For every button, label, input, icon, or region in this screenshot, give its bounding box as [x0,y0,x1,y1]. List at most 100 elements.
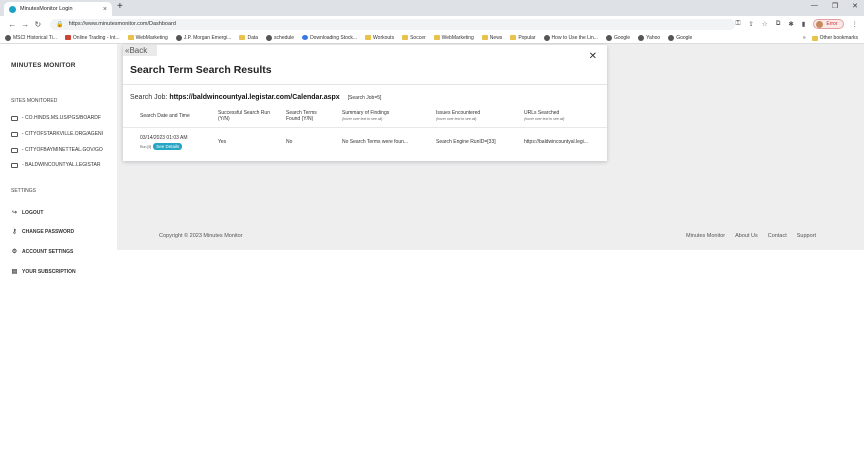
bookmark-item[interactable]: WebMarketing [127,35,168,41]
lock-icon: 🔒 [56,21,64,28]
toolbar-icons: ⚿ ⇪ ☆ ⧉ ✱ ▮ Error ⋮ [735,19,858,29]
bookmarks-right: » Other bookmarks [798,32,858,43]
table-row: 03/14/2023 01:03 AM Run [9] See Details … [123,128,607,154]
sidebar-item-site[interactable]: - BALDWINCOUNTYAL.LEGISTAR [11,162,115,168]
bookmarks-overflow-button[interactable]: » [803,35,806,41]
more-menu-icon[interactable]: ⋮ [852,20,859,28]
urls-cell[interactable]: https://baldwincountyal.legi... [524,139,588,145]
column-header: Summary of Findings (hover over text to s… [342,110,422,122]
settings-section-title: SETTINGS [11,188,37,194]
sidebar-item-logout[interactable]: ↪ LOGOUT [11,209,115,217]
bookmark-label: Workouts [373,34,395,41]
close-icon[interactable]: ✕ [589,51,597,62]
bookmark-item[interactable]: Workouts [365,35,394,41]
bookmark-item[interactable]: Google [605,34,630,41]
globe-icon [543,34,550,41]
bookmark-label: Downloading Stock... [310,34,358,41]
bookmark-item[interactable]: News [481,35,502,41]
bookmark-label: How to Use the Lin... [551,34,598,41]
bookmark-item[interactable]: Online Trading - Int... [64,35,120,41]
bookmark-item[interactable]: Popular [510,34,536,41]
minimize-button[interactable]: — [811,2,818,10]
main-content [117,250,864,468]
bookmark-item[interactable]: J.P. Morgan Emergi... [175,34,231,41]
folder-icon [481,35,488,40]
sidebar-item-change-password[interactable]: ⚷ CHANGE PASSWORD [11,228,115,236]
bookmark-label: schedule [274,34,295,41]
maximize-button[interactable]: ❐ [832,2,838,10]
document-icon: ▤ [11,269,18,275]
bookmark-item[interactable]: WebMarketing [433,35,474,41]
footer-link-about[interactable]: About Us [735,233,758,239]
sites-section-title: SITES MONITORED [11,98,58,104]
star-icon[interactable]: ☆ [762,20,768,28]
back-arrow-icon[interactable]: ← [6,20,19,29]
sidebar-item-site[interactable]: - CITYOFBAYMINETTEAL.GOV/GO [11,147,115,153]
bookmark-item[interactable]: schedule [266,34,295,41]
sidebar-item-subscription[interactable]: ▤ YOUR SUBSCRIPTION [11,268,115,276]
key-icon[interactable]: ⚿ [735,20,740,28]
folder-icon [127,35,134,40]
other-bookmarks-label: Other bookmarks [819,35,858,41]
issues-cell[interactable]: Search Engine RunID=[33] [436,139,496,145]
extension-icon[interactable]: ⧉ [776,20,781,28]
back-button[interactable]: «Back [123,45,157,56]
forward-arrow-icon[interactable]: → [19,20,32,29]
red-square-icon [64,35,71,40]
bookmarks-bar: MSCI Historical Ti... Online Trading - I… [0,32,864,44]
browser-tab-strip: MinutesMonitor Login × + — ❐ ✕ [0,0,864,16]
footer-link-contact[interactable]: Contact [768,233,787,239]
search-job-line: Search Job: https://baldwincountyal.legi… [130,94,381,101]
bookmark-item[interactable]: Downloading Stock... [302,35,357,41]
new-tab-button[interactable]: + [117,1,123,12]
setting-label: YOUR SUBSCRIPTION [22,268,76,275]
profile-error-button[interactable]: Error [813,19,844,29]
sidebar-item-site[interactable]: - CO.HINDS.MS.US/PGS/BOARDF [11,115,115,121]
success-cell: Yes [218,139,227,145]
footer-link-minutes-monitor[interactable]: Minutes Monitor [686,233,725,239]
browser-tab[interactable]: MinutesMonitor Login × [4,2,112,16]
bookmark-item[interactable]: MSCI Historical Ti... [5,34,57,41]
modal-title: Search Term Search Results [130,64,272,76]
brand-title: MINUTES MONITOR [11,62,76,69]
site-label: - CITYOFSTARKVILLE.ORG/AGENI [22,131,104,137]
copyright-text: Copyright © 2023 Minutes Monitor [159,233,243,239]
puzzle-icon[interactable]: ✱ [788,20,793,28]
folder-icon [239,35,246,40]
see-details-button[interactable]: See Details [153,143,183,150]
bookmark-item[interactable]: Google [668,34,693,41]
column-sublabel: (hover over text to see all) [436,117,477,121]
bookmark-label: Popular [518,34,536,41]
results-table-header: Search Date and Time Successful Search R… [123,110,607,128]
bookmark-item[interactable]: Data [239,35,258,41]
url-field[interactable]: 🔒 https://www.minutesmonitor.com/Dashboa… [50,18,736,30]
bookmark-label: Google [676,34,693,41]
column-label: Search Date and Time [140,113,190,119]
column-sublabel: (hover over text to see all) [524,117,565,121]
column-header: Search Terms Found (Y/N) [286,110,330,122]
job-prefix: Search Job: [130,94,168,101]
summary-cell[interactable]: No Search Terms were foun... [342,139,408,145]
other-bookmarks-button[interactable]: Other bookmarks [811,35,858,41]
column-header: Issues Encountered (hover over text to se… [436,110,516,122]
folder-icon [510,35,517,40]
bookmark-item[interactable]: How to Use the Lin... [543,34,598,41]
bookmark-item[interactable]: Soccer [402,35,426,41]
reload-icon[interactable]: ↻ [31,20,44,29]
globe-icon [605,34,612,41]
sidepanel-icon[interactable]: ▮ [802,20,806,28]
close-window-button[interactable]: ✕ [852,2,858,10]
sidebar-item-account-settings[interactable]: ⚙ ACCOUNT SETTINGS [11,248,115,256]
logout-icon: ↪ [11,210,18,216]
site-label: - CITYOFBAYMINETTEAL.GOV/GO [22,147,103,153]
column-label: Search Terms Found (Y/N) [286,110,317,122]
sidebar-item-site[interactable]: - CITYOFSTARKVILLE.ORG/AGENI [11,131,115,137]
tab-close-icon[interactable]: × [103,6,107,13]
bookmark-label: MSCI Historical Ti... [13,34,57,41]
site-label: - BALDWINCOUNTYAL.LEGISTAR [22,162,101,168]
share-icon[interactable]: ⇪ [748,20,753,28]
footer-link-support[interactable]: Support [797,233,816,239]
monitor-icon [11,162,18,168]
bookmark-item[interactable]: Yahoo [638,34,660,41]
bookmark-label: Soccer [410,34,426,41]
